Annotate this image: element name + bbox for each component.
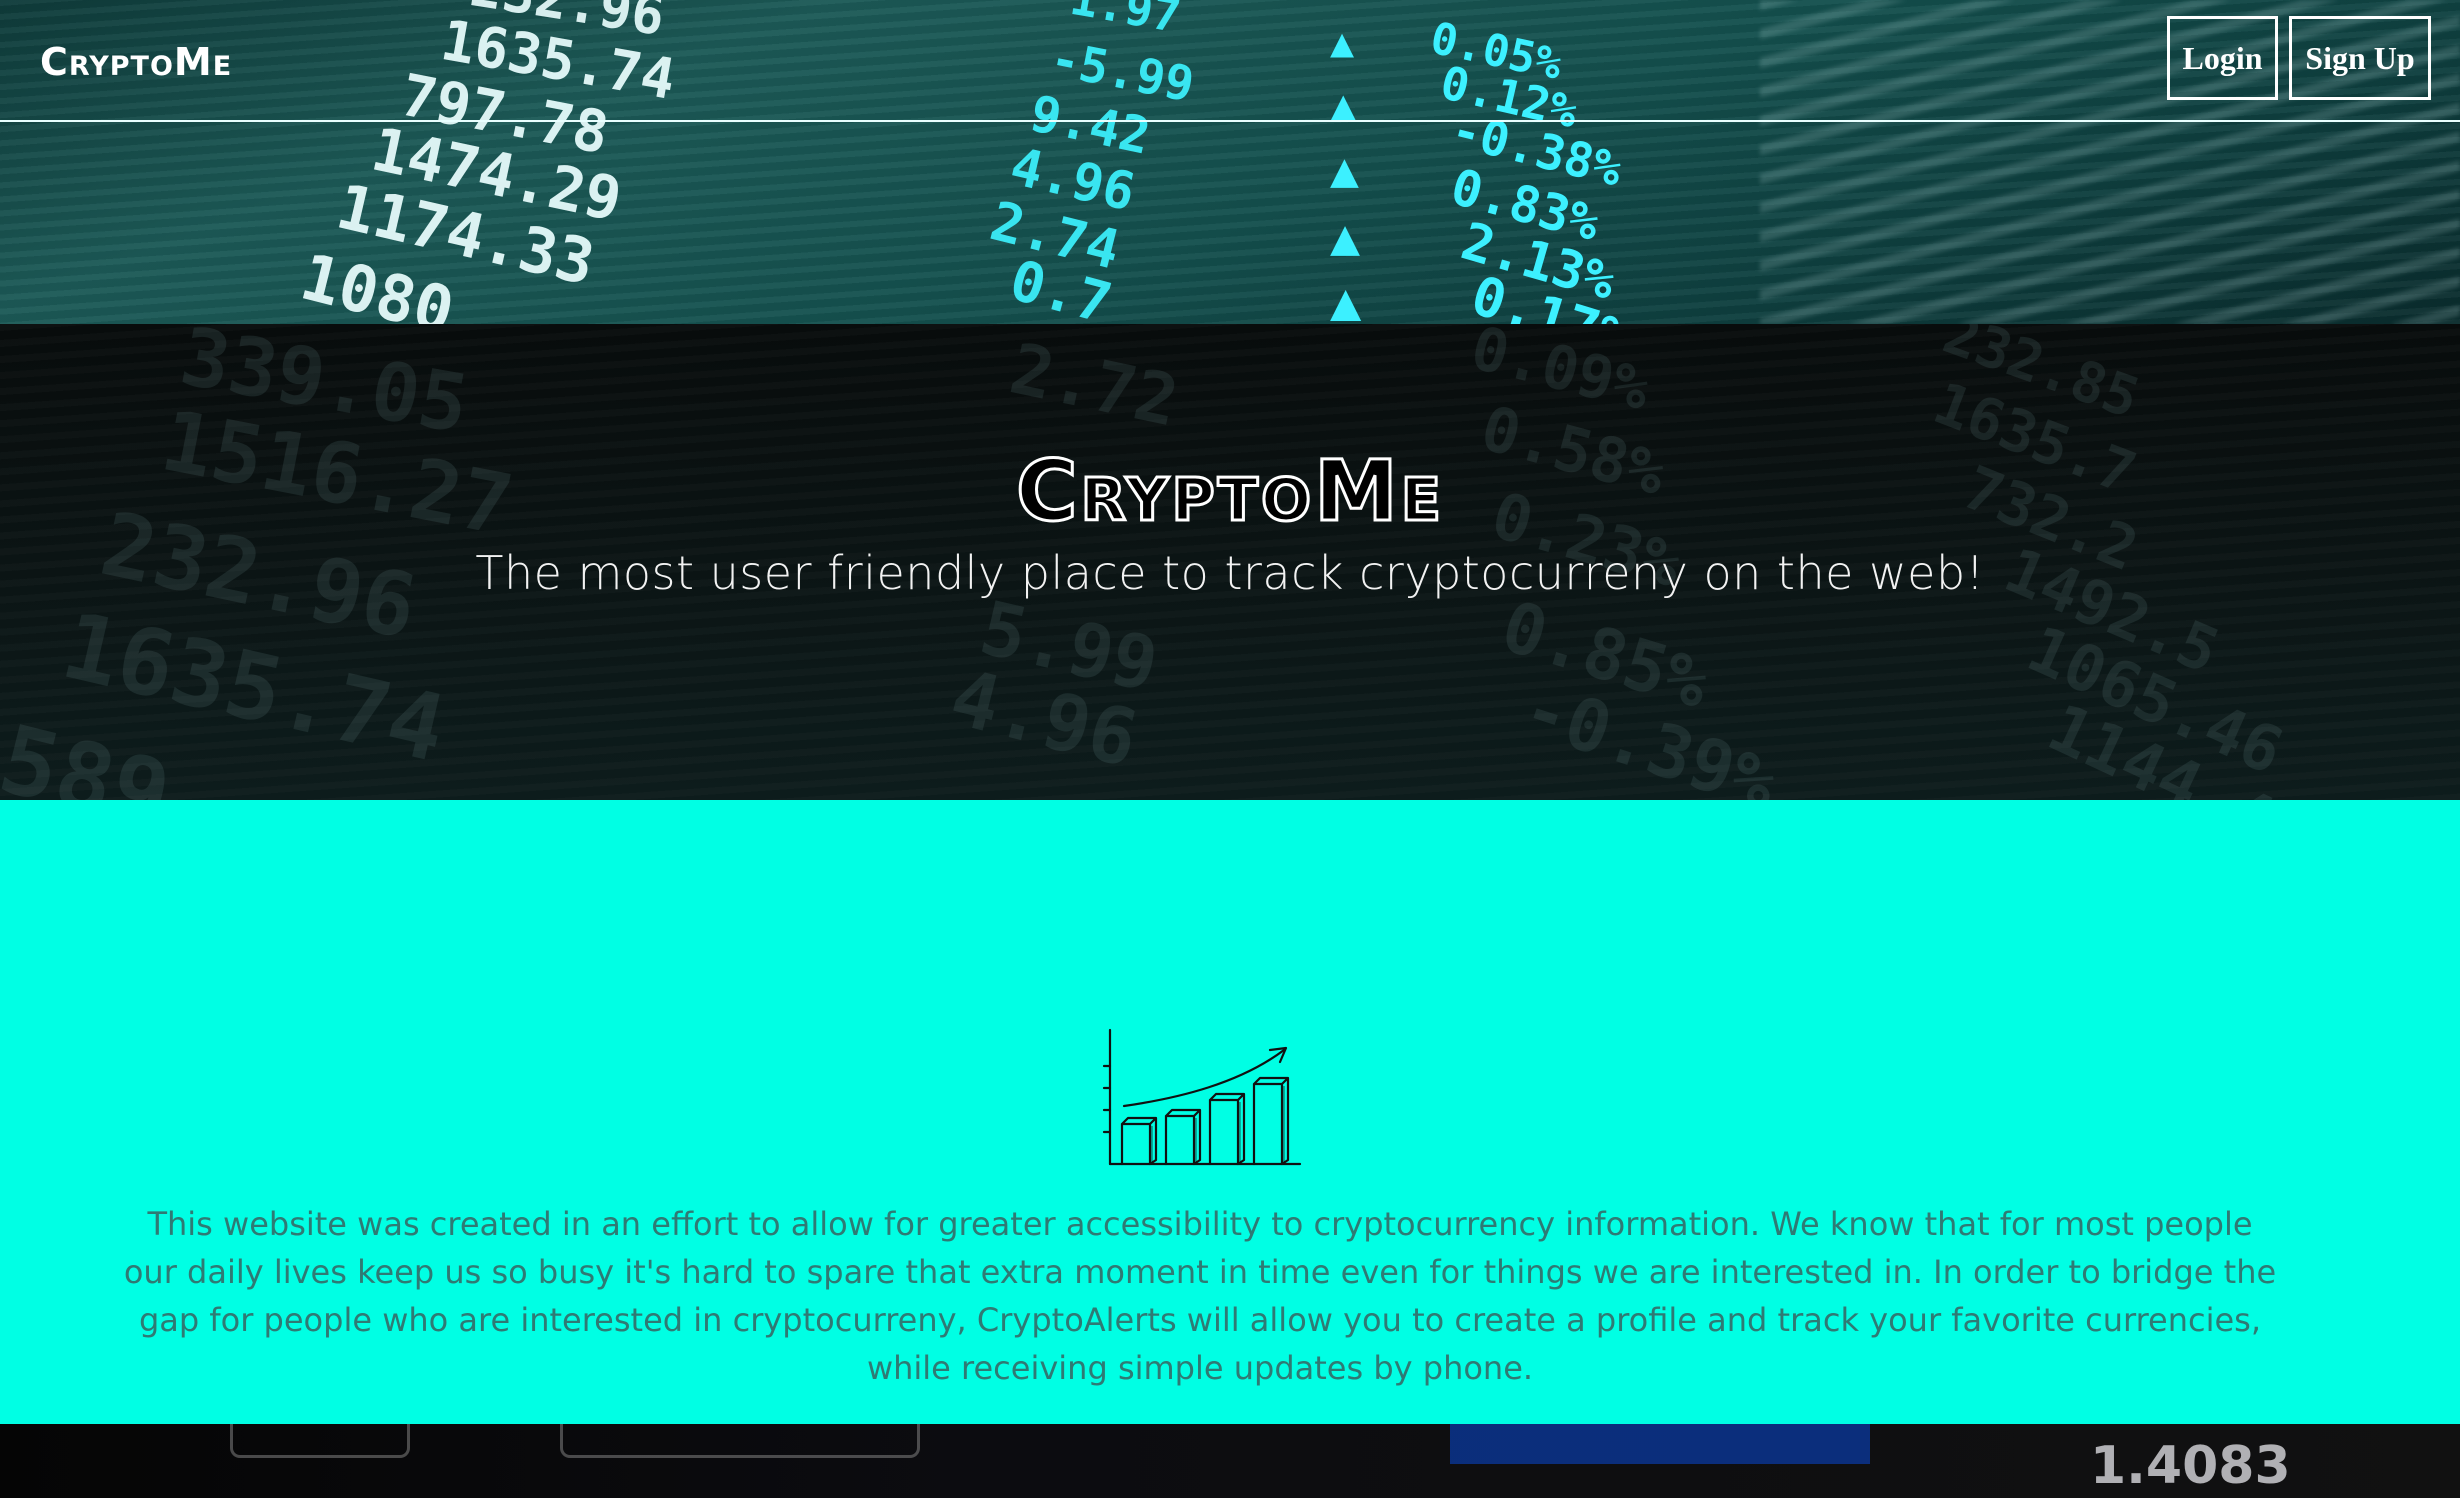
about-section: This website was created in an effort to… — [0, 800, 2460, 1424]
keyboard-key-shape — [560, 1424, 920, 1458]
login-button[interactable]: Login — [2167, 16, 2278, 100]
signup-button[interactable]: Sign Up — [2289, 16, 2431, 100]
bottom-background-strip: 1.4083 — [0, 1424, 2460, 1498]
hero-title-band: 339.05 1516.27 232.96 1635.74 589 2.72 5… — [0, 324, 2460, 800]
hero-title: CryptoMe — [1014, 441, 1445, 542]
ticker-value: 1.4083 — [2090, 1436, 2291, 1496]
ticker-value: 2.72 — [1003, 327, 1186, 443]
bar-chart-growth-icon — [1102, 1028, 1302, 1166]
about-description: This website was created in an effort to… — [123, 1205, 2277, 1387]
blue-highlight-shape — [1450, 1424, 1870, 1464]
up-arrow-icon: ▲ — [1330, 208, 1361, 266]
navbar: CryptoMe Login Sign Up — [0, 0, 2460, 122]
up-arrow-icon: ▲ — [1330, 272, 1362, 324]
up-arrow-icon: ▲ — [1330, 142, 1359, 198]
hero-subtitle: The most user friendly place to track cr… — [475, 546, 1985, 600]
brand-logo[interactable]: CryptoMe — [40, 40, 232, 84]
keyboard-key-shape — [230, 1424, 410, 1458]
